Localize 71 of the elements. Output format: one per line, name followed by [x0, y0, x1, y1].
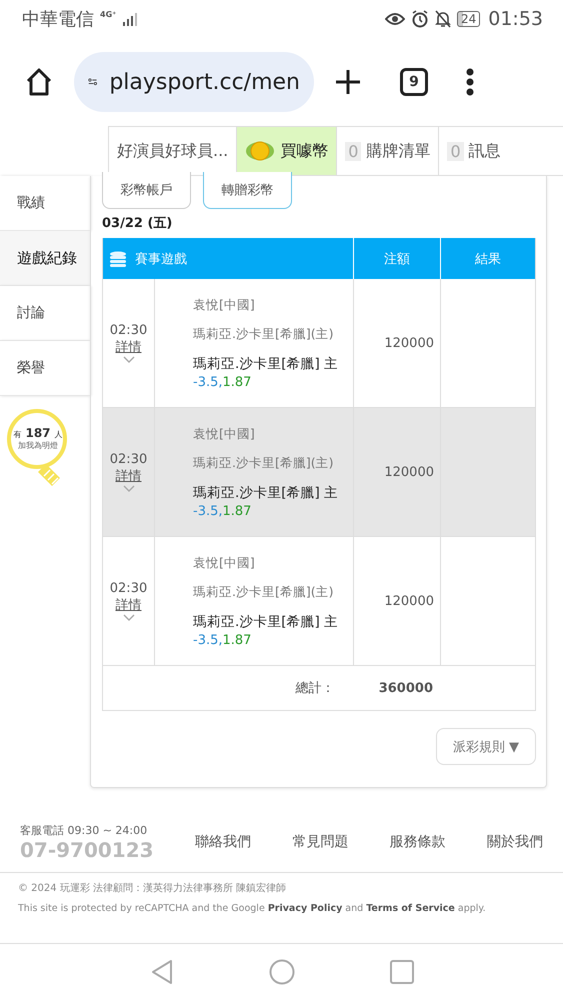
- details-link[interactable]: 詳情: [116, 466, 142, 484]
- sidebar-item[interactable]: 討論: [0, 286, 90, 341]
- service-hours: 客服電話 09:30 ~ 24:00: [20, 822, 148, 838]
- chevron-down-icon[interactable]: [122, 356, 134, 364]
- clock: 01:53: [488, 8, 543, 30]
- details-link[interactable]: 詳情: [116, 338, 142, 356]
- chevron-down-icon[interactable]: [122, 614, 134, 622]
- pick-name: 瑪莉亞.沙卡里[希臘] 主: [193, 484, 340, 502]
- column-header: 賽事遊戲: [103, 238, 353, 279]
- address-bar[interactable]: playsport.cc/men: [74, 52, 314, 112]
- match-time: 02:30: [110, 452, 148, 466]
- player-name: 袁悅[中國]: [193, 554, 256, 572]
- handicap-line: -3.5,: [193, 632, 222, 648]
- handicap-line: -3.5,: [193, 374, 222, 390]
- total-amount: 360000: [378, 680, 433, 696]
- date-heading: 03/22 (五): [102, 215, 174, 232]
- buy-coin-link[interactable]: 買噱幣: [236, 127, 336, 175]
- recents-icon[interactable]: [390, 960, 414, 984]
- footer-link[interactable]: 服務條款: [390, 833, 446, 851]
- footer-link[interactable]: 關於我們: [486, 833, 543, 851]
- table-row[interactable]: 02:30 詳情 袁悅[中國] 瑪莉亞.沙卡里[希臘](主) 瑪莉亞.沙卡里[希臘] 主 -3.5,1.87 120000: [103, 408, 535, 537]
- handicap-line: -3.5,: [193, 504, 222, 518]
- fans-count: 有 187 人: [14, 426, 62, 440]
- bet-amount: 120000: [384, 594, 434, 608]
- match-time: 02:30: [110, 322, 148, 338]
- network-type: 4G⁺: [100, 10, 116, 19]
- table-row[interactable]: 02:30 詳情 袁悅[中國] 瑪莉亞.沙卡里[希臘](主) 瑪莉亞.沙卡里[希臘] 主 -3.5,1.87 120000: [103, 537, 535, 666]
- total-label: 總計：: [296, 680, 335, 697]
- carrier: 中華電信: [22, 8, 94, 31]
- player-name: 袁悅[中國]: [193, 426, 256, 442]
- service-phone: 07-9700123: [20, 838, 154, 862]
- odds: 1.87: [222, 504, 252, 518]
- sidebar-item[interactable]: 榮譽: [0, 341, 90, 396]
- back-icon[interactable]: [150, 959, 174, 985]
- footer-link[interactable]: 聯絡我們: [194, 833, 251, 851]
- nav-link[interactable]: 0 訊息: [438, 127, 509, 175]
- alarm-icon: [410, 10, 429, 28]
- coin-icon: [245, 139, 276, 163]
- table-row[interactable]: 02:30 詳情 袁悅[中國] 瑪莉亞.沙卡里[希臘](主) 瑪莉亞.沙卡里[希臘] 主 -3.5,1.87 120000: [103, 279, 535, 408]
- sidebar-item[interactable]: 遊戲紀錄: [0, 231, 90, 286]
- payout-rules-button[interactable]: 派彩規則 ▼: [436, 728, 536, 765]
- tab[interactable]: 彩幣帳戶: [102, 172, 191, 209]
- nav-link[interactable]: 0 購牌清單: [336, 127, 438, 175]
- player-name: 袁悅[中國]: [193, 296, 256, 314]
- opponent-name: 瑪莉亞.沙卡里[希臘](主): [193, 454, 334, 472]
- footer-link[interactable]: 常見問題: [292, 833, 348, 851]
- opponent-name: 瑪莉亞.沙卡里[希臘](主): [193, 584, 334, 600]
- match-time: 02:30: [110, 580, 148, 596]
- eye-icon: [384, 12, 405, 26]
- tab[interactable]: 轉贈彩幣: [203, 172, 292, 209]
- chevron-down-icon[interactable]: [122, 484, 134, 492]
- odds: 1.87: [222, 374, 252, 390]
- bell-off-icon: [434, 10, 451, 28]
- recaptcha-notice: This site is protected by reCAPTCHA and the Google Privacy Policy and Terms of Service apply.: [18, 903, 487, 914]
- database-icon: [109, 250, 127, 266]
- pick-name: 瑪莉亞.沙卡里[希臘] 主: [193, 612, 340, 630]
- signal-icon: [122, 12, 138, 26]
- fans-caption: 加我為明燈: [18, 440, 58, 451]
- home-icon[interactable]: [24, 67, 54, 97]
- battery-level: 24: [456, 11, 480, 27]
- sidebar-item[interactable]: 戰績: [0, 176, 90, 231]
- bet-amount: 120000: [384, 336, 434, 350]
- new-tab-icon[interactable]: [334, 68, 362, 96]
- bet-amount: 120000: [384, 464, 434, 480]
- copyright-text: © 2024 玩運彩 法律顧問：漢英得力法律事務所 陳鎮宏律師: [18, 882, 288, 895]
- odds: 1.87: [222, 632, 252, 648]
- opponent-name: 瑪莉亞.沙卡里[希臘](主): [193, 326, 334, 342]
- details-link[interactable]: 詳情: [116, 596, 142, 614]
- pick-name: 瑪莉亞.沙卡里[希臘] 主: [193, 354, 340, 372]
- more-icon[interactable]: [466, 68, 474, 96]
- tab-count[interactable]: 9: [400, 68, 428, 96]
